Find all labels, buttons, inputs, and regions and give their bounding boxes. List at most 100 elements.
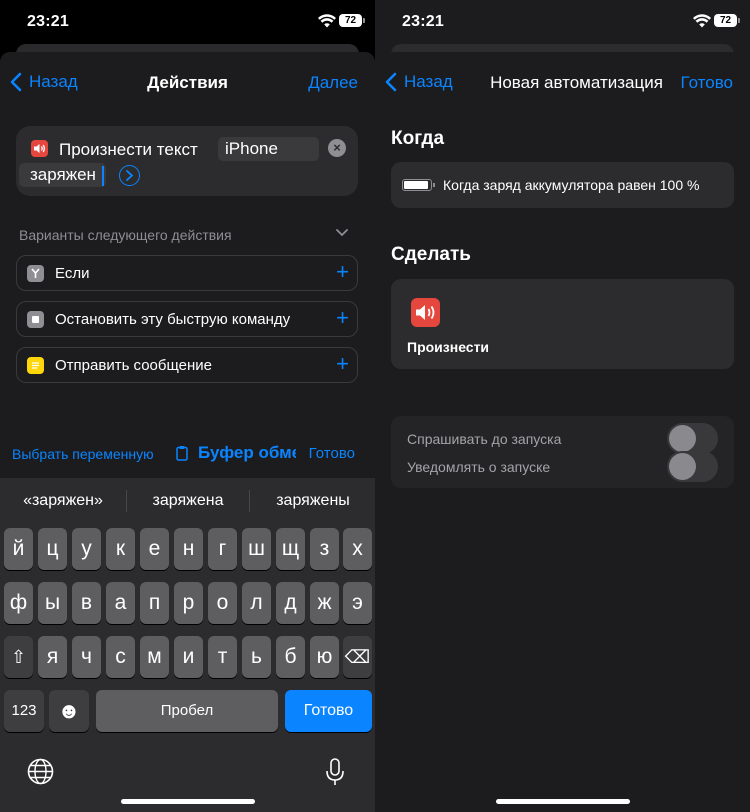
key-ш[interactable]: ш <box>242 528 271 570</box>
key-э[interactable]: э <box>343 582 372 624</box>
select-variable-button[interactable]: Выбрать переменную <box>12 446 154 462</box>
key-с[interactable]: с <box>106 636 135 678</box>
text-token-charged[interactable]: заряжен <box>19 163 106 187</box>
prediction-divider <box>126 490 127 512</box>
speak-action-card[interactable]: Произнести <box>391 279 734 369</box>
wifi-icon <box>318 14 336 28</box>
wifi-icon <box>693 14 711 28</box>
globe-icon[interactable] <box>27 758 54 785</box>
key-ф[interactable]: ф <box>4 582 33 624</box>
navigation-bar: Назад Новая автоматизация Готово <box>375 52 750 112</box>
toolbar-done-button[interactable]: Готово <box>309 445 355 462</box>
key-д[interactable]: д <box>276 582 305 624</box>
toggle-knob <box>669 453 696 480</box>
expand-arrow-button[interactable] <box>119 165 140 186</box>
notes-icon <box>27 357 44 374</box>
key-м[interactable]: м <box>140 636 169 678</box>
key-ж[interactable]: ж <box>310 582 339 624</box>
trigger-card[interactable]: Когда заряд аккумулятора равен 100 % <box>391 162 734 208</box>
key-ь[interactable]: ь <box>242 636 271 678</box>
status-time: 23:21 <box>402 13 444 30</box>
key-г[interactable]: г <box>208 528 237 570</box>
done-button[interactable]: Готово <box>681 73 734 93</box>
status-bar: 23:21 72 <box>375 0 750 44</box>
key-й[interactable]: й <box>4 528 33 570</box>
action-label: Произнести текст <box>59 140 198 159</box>
trigger-text: Когда заряд аккумулятора равен 100 % <box>443 177 700 193</box>
notify-on-run-label: Уведомлять о запуске <box>407 459 551 475</box>
shift-key[interactable]: ⇧ <box>4 636 33 678</box>
suggestion-label: Остановить эту быструю команду <box>55 311 291 328</box>
key-з[interactable]: з <box>310 528 339 570</box>
next-action-suggestions-header[interactable]: Варианты следующего действия <box>19 227 232 243</box>
if-branch-icon <box>27 265 44 282</box>
suggestion-label: Отправить сообщение <box>55 357 213 374</box>
prediction-3[interactable]: заряжены <box>253 492 373 510</box>
ask-before-running-toggle[interactable] <box>667 423 718 454</box>
toggle-knob <box>669 425 696 452</box>
action-label: Произнести <box>407 339 490 355</box>
run-options-card: Спрашивать до запуска Уведомлять о запус… <box>391 416 734 488</box>
stop-icon <box>27 311 44 328</box>
clipboard-button[interactable]: Буфер обмена <box>176 443 296 463</box>
key-ц[interactable]: ц <box>38 528 67 570</box>
keyboard-toolbar: Выбрать переменную Буфер обмена Готово <box>0 430 375 476</box>
key-у[interactable]: у <box>72 528 101 570</box>
keyboard: «заряжен» заряжена заряжены й ц у к е н … <box>0 478 375 812</box>
key-ч[interactable]: ч <box>72 636 101 678</box>
key-о[interactable]: о <box>208 582 237 624</box>
key-п[interactable]: п <box>140 582 169 624</box>
speaker-icon <box>31 140 48 157</box>
add-plus-icon[interactable]: + <box>336 305 349 331</box>
speak-text-action-card[interactable]: Произнести текст iPhone заряжен × <box>16 126 358 196</box>
text-token-iphone[interactable]: iPhone <box>218 137 319 161</box>
prediction-2[interactable]: заряжена <box>128 492 248 510</box>
key-б[interactable]: б <box>276 636 305 678</box>
home-indicator <box>496 799 630 804</box>
key-щ[interactable]: щ <box>276 528 305 570</box>
suggestion-send-message[interactable]: Отправить сообщение + <box>16 347 358 383</box>
emoji-key[interactable]: ☻ <box>49 690 89 732</box>
chevron-down-icon[interactable] <box>335 228 349 238</box>
add-plus-icon[interactable]: + <box>336 351 349 377</box>
clear-action-button[interactable]: × <box>328 139 346 157</box>
next-button[interactable]: Далее <box>308 73 358 93</box>
text-cursor <box>102 166 104 186</box>
key-х[interactable]: х <box>343 528 372 570</box>
key-в[interactable]: в <box>72 582 101 624</box>
space-key[interactable]: Пробел <box>96 690 278 732</box>
clipboard-icon <box>176 446 188 461</box>
notify-on-run-toggle[interactable] <box>667 451 718 482</box>
key-л[interactable]: л <box>242 582 271 624</box>
status-bar: 23:21 72 <box>0 0 375 44</box>
prediction-divider <box>249 490 250 512</box>
numbers-key[interactable]: 123 <box>4 690 44 732</box>
key-е[interactable]: е <box>140 528 169 570</box>
battery-level-icon <box>402 179 435 191</box>
predictive-bar: «заряжен» заряжена заряжены <box>0 478 375 524</box>
key-ы[interactable]: ы <box>38 582 67 624</box>
microphone-icon[interactable] <box>325 757 345 787</box>
add-plus-icon[interactable]: + <box>336 259 349 285</box>
return-done-key[interactable]: Готово <box>285 690 372 732</box>
key-и[interactable]: и <box>174 636 203 678</box>
key-н[interactable]: н <box>174 528 203 570</box>
key-я[interactable]: я <box>38 636 67 678</box>
prediction-1[interactable]: «заряжен» <box>3 492 123 510</box>
chevron-left-icon <box>385 72 397 92</box>
home-indicator <box>121 799 255 804</box>
clipboard-label: Буфер обмена <box>198 443 296 462</box>
battery-icon: 72 <box>339 14 365 27</box>
suggestion-stop-shortcut[interactable]: Остановить эту быструю команду + <box>16 301 358 337</box>
backspace-key[interactable]: ⌫ <box>343 636 372 678</box>
key-к[interactable]: к <box>106 528 135 570</box>
key-т[interactable]: т <box>208 636 237 678</box>
suggestion-if[interactable]: Если + <box>16 255 358 291</box>
key-р[interactable]: р <box>174 582 203 624</box>
do-section-title: Сделать <box>391 244 471 265</box>
when-section-title: Когда <box>391 128 445 149</box>
status-time: 23:21 <box>27 13 69 30</box>
key-а[interactable]: а <box>106 582 135 624</box>
navigation-bar: Назад Действия Далее <box>0 52 375 112</box>
key-ю[interactable]: ю <box>310 636 339 678</box>
